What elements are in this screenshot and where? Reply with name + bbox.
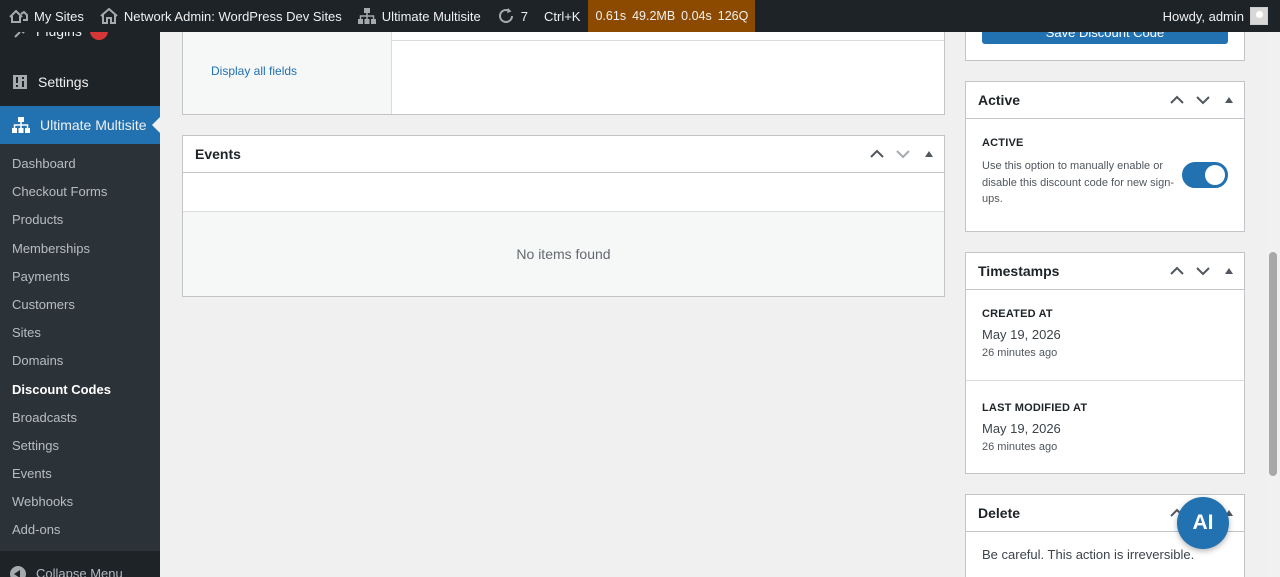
settings-label: Settings: [38, 74, 89, 90]
admin-sidebar: Plugins Settings Ultimate Multisite Dash…: [0, 22, 160, 577]
move-up-icon[interactable]: [1168, 262, 1186, 280]
network-icon: [12, 117, 30, 133]
submenu-memberships[interactable]: Memberships: [0, 235, 160, 263]
updates-menu[interactable]: 7: [489, 0, 536, 32]
submenu-domains[interactable]: Domains: [0, 347, 160, 375]
submenu-events[interactable]: Events: [0, 460, 160, 488]
ultimate-multisite-menu[interactable]: Ultimate Multisite: [350, 0, 489, 32]
active-field-description: Use this option to manually enable or di…: [982, 160, 1174, 205]
submenu-discount-codes[interactable]: Discount Codes: [0, 376, 160, 404]
modified-at-label: LAST MODIFIED AT: [982, 402, 1088, 414]
network-icon: [357, 8, 376, 24]
submenu-checkout-forms[interactable]: Checkout Forms: [0, 178, 160, 206]
submenu-customers[interactable]: Customers: [0, 291, 160, 319]
active-box-header: Active: [966, 82, 1244, 119]
events-table-header: [183, 173, 944, 212]
admin-bar: My Sites Network Admin: WordPress Dev Si…: [0, 0, 1280, 32]
fields-panel: Display all fields: [182, 20, 945, 115]
settings-icon: [13, 75, 27, 89]
sidebar-item-ultimate-multisite[interactable]: Ultimate Multisite: [0, 106, 160, 144]
collapse-icon: [10, 565, 26, 577]
submenu-payments[interactable]: Payments: [0, 263, 160, 291]
qm-queries: 126Q: [717, 9, 749, 23]
created-at-label: CREATED AT: [982, 308, 1053, 320]
toggle-panel-icon[interactable]: [1220, 262, 1238, 280]
timestamps-title: Timestamps: [978, 263, 1060, 279]
ultimate-multisite-label: Ultimate Multisite: [381, 8, 481, 24]
query-monitor-menu[interactable]: 0.61s 49.2MB 0.04s 126Q: [588, 0, 756, 32]
my-sites-menu[interactable]: My Sites: [0, 0, 92, 32]
events-empty-state: No items found: [183, 212, 944, 296]
account-menu[interactable]: Howdy, admin: [1163, 7, 1280, 25]
home-icon: [100, 8, 118, 24]
events-box: Events No items found: [182, 135, 945, 297]
command-palette-shortcut[interactable]: Ctrl+K: [536, 0, 588, 32]
submenu-webhooks[interactable]: Webhooks: [0, 488, 160, 516]
toggle-panel-icon[interactable]: [920, 145, 938, 163]
modified-at-section: LAST MODIFIED AT May 19, 2026 26 minutes…: [966, 381, 1244, 453]
events-title: Events: [195, 146, 241, 162]
timestamps-box-header: Timestamps: [966, 253, 1244, 290]
avatar: [1250, 7, 1268, 25]
created-at-date: May 19, 2026: [982, 327, 1061, 342]
ai-assistant-icon: AI: [1192, 511, 1214, 534]
fields-sidebar: Display all fields: [183, 20, 392, 114]
scrollbar-thumb[interactable]: [1269, 252, 1277, 476]
fields-divider: [392, 40, 944, 41]
ai-assistant-button[interactable]: AI: [1177, 497, 1229, 549]
move-down-icon[interactable]: [1194, 91, 1212, 109]
active-toggle[interactable]: [1182, 162, 1228, 188]
qm-memory: 49.2MB: [632, 9, 676, 23]
modified-at-ago: 26 minutes ago: [982, 441, 1058, 453]
active-box-title: Active: [978, 92, 1021, 108]
move-down-icon[interactable]: [1194, 262, 1212, 280]
timestamps-box: Timestamps CREATED AT May 19, 2026 26 mi…: [965, 252, 1245, 474]
qm-db-time: 0.04s: [681, 9, 712, 23]
move-down-icon[interactable]: [894, 145, 912, 163]
submenu-add-ons[interactable]: Add-ons: [0, 516, 160, 544]
network-admin-menu[interactable]: Network Admin: WordPress Dev Sites: [92, 0, 350, 32]
qm-time: 0.61s: [595, 9, 627, 23]
submenu-products[interactable]: Products: [0, 206, 160, 234]
modified-at-date: May 19, 2026: [982, 421, 1061, 436]
my-sites-icon: [9, 9, 28, 23]
updates-icon: [498, 8, 513, 23]
toggle-knob: [1205, 165, 1225, 185]
collapse-menu-button[interactable]: Collapse Menu: [0, 557, 160, 577]
ultimate-multisite-label: Ultimate Multisite: [40, 117, 147, 133]
events-box-header: Events: [183, 136, 944, 173]
my-sites-label: My Sites: [34, 8, 84, 24]
plugins-menu-item[interactable]: Plugins: [0, 22, 160, 64]
updates-count: 7: [520, 8, 528, 24]
no-items-text: No items found: [516, 246, 611, 262]
submenu-sites[interactable]: Sites: [0, 319, 160, 347]
created-at-ago: 26 minutes ago: [982, 347, 1058, 359]
submenu-dashboard[interactable]: Dashboard: [0, 150, 160, 178]
move-up-icon[interactable]: [1168, 91, 1186, 109]
display-all-fields-link[interactable]: Display all fields: [211, 64, 297, 78]
page-scrollbar[interactable]: [1266, 32, 1280, 577]
collapse-label: Collapse Menu: [36, 566, 123, 577]
network-admin-label: Network Admin: WordPress Dev Sites: [123, 8, 342, 24]
move-up-icon[interactable]: [868, 145, 886, 163]
sidebar-item-settings[interactable]: Settings: [0, 64, 160, 100]
created-at-section: CREATED AT May 19, 2026 26 minutes ago: [966, 290, 1244, 381]
shortcut-label: Ctrl+K: [544, 8, 581, 24]
submenu-broadcasts[interactable]: Broadcasts: [0, 404, 160, 432]
delete-title: Delete: [978, 505, 1021, 521]
submenu-settings[interactable]: Settings: [0, 432, 160, 460]
toggle-panel-icon[interactable]: [1220, 91, 1238, 109]
howdy-label: Howdy, admin: [1162, 8, 1244, 24]
active-box: Active ACTIVE Use this option to manuall…: [965, 81, 1245, 232]
active-field-label: ACTIVE: [982, 137, 1024, 149]
ultimate-multisite-submenu: Dashboard Checkout Forms Products Member…: [0, 144, 160, 551]
